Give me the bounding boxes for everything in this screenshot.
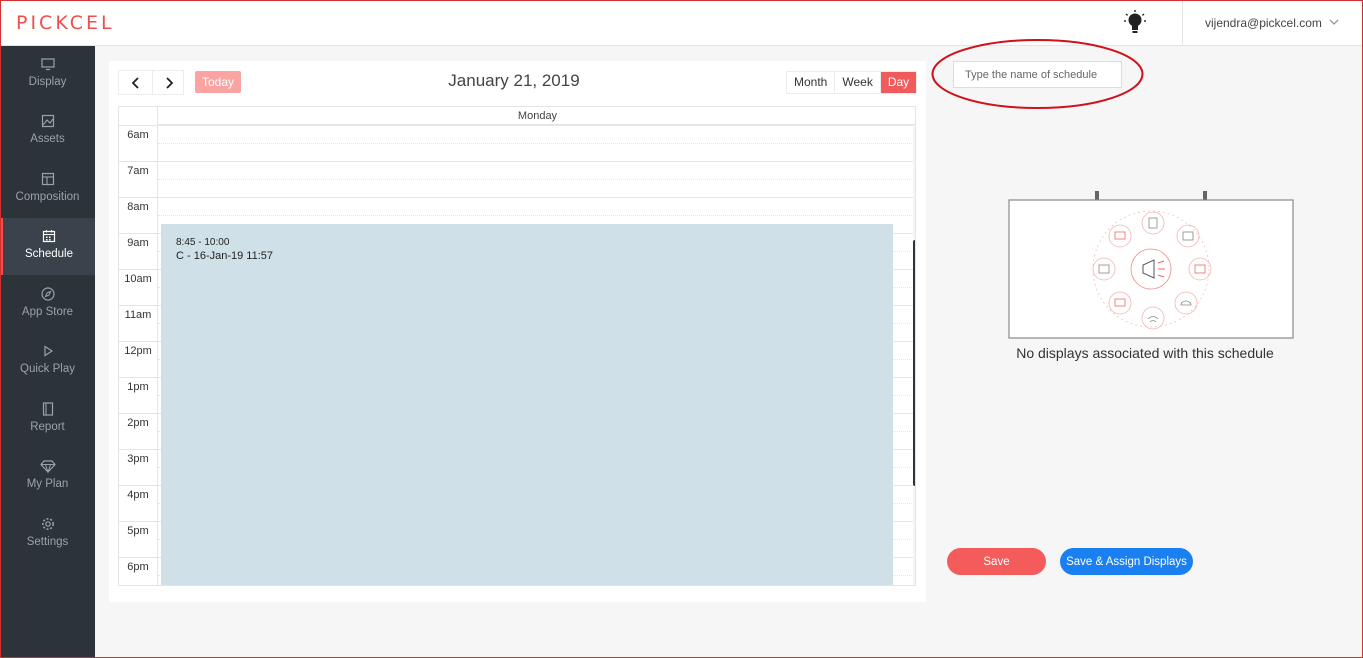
sidebar: Display Assets Composition Schedule App …: [0, 46, 95, 658]
calendar-icon: [42, 230, 56, 243]
sidebar-item-settings[interactable]: Settings: [0, 506, 95, 563]
sidebar-item-quick-play[interactable]: Quick Play: [0, 333, 95, 390]
chevron-left-icon: [131, 77, 139, 89]
hour-line: [158, 161, 914, 162]
hour-label: 3pm: [119, 449, 157, 485]
highlight-ellipse: [931, 39, 1144, 109]
hour-label: 12pm: [119, 341, 157, 377]
next-button[interactable]: [152, 71, 185, 94]
schedule-event[interactable]: 8:45 - 10:00 C - 16-Jan-19 11:57: [161, 224, 893, 585]
hour-label: 7am: [119, 161, 157, 197]
sidebar-item-assets[interactable]: Assets: [0, 103, 95, 160]
time-axis: 6am 7am 8am 9am 10am 11am 12pm 1pm 2pm 3…: [119, 125, 157, 585]
image-icon: [41, 114, 54, 128]
hour-label: 6pm: [119, 557, 157, 585]
hour-label: 2pm: [119, 413, 157, 449]
calendar-panel: January 21, 2019 Today Month Week Day Mo…: [109, 61, 926, 602]
sidebar-item-composition[interactable]: Composition: [0, 161, 95, 218]
hour-label: 5pm: [119, 521, 157, 557]
save-button[interactable]: Save: [947, 548, 1046, 575]
gear-icon: [41, 518, 54, 530]
sidebar-item-report[interactable]: Report: [0, 391, 95, 448]
sidebar-item-app-store[interactable]: App Store: [0, 276, 95, 333]
sidebar-item-label: My Plan: [26, 478, 69, 490]
view-switcher: Month Week Day: [786, 71, 918, 94]
chevron-right-icon: [166, 77, 174, 89]
user-email[interactable]: vijendra@pickcel.com: [1205, 16, 1322, 30]
sidebar-item-schedule[interactable]: Schedule: [0, 218, 95, 275]
monitor-icon: [40, 58, 55, 71]
today-button[interactable]: Today: [195, 71, 241, 93]
hour-line: [158, 125, 914, 126]
view-month-button[interactable]: Month: [787, 72, 834, 93]
hour-line: [158, 197, 914, 198]
day-column-header: Monday: [157, 107, 915, 125]
play-icon: [43, 345, 53, 357]
hour-label: 1pm: [119, 377, 157, 413]
chevron-down-icon[interactable]: [1327, 15, 1341, 29]
header-divider: [1182, 0, 1183, 46]
bulb-icon[interactable]: [1124, 10, 1146, 36]
hour-label: 8am: [119, 197, 157, 233]
hour-label: 11am: [119, 305, 157, 341]
no-displays-illustration: [1008, 191, 1294, 339]
view-day-button[interactable]: Day: [879, 72, 917, 93]
pickcel-logo[interactable]: PICKCEL: [16, 12, 115, 34]
diamond-icon: [39, 460, 56, 474]
event-time: 8:45 - 10:00: [176, 237, 230, 248]
view-week-button[interactable]: Week: [834, 72, 879, 93]
top-header: PICKCEL vijendra@pickcel.com: [0, 0, 1363, 46]
event-name: C - 16-Jan-19 11:57: [176, 250, 274, 262]
sidebar-item-label: Settings: [26, 536, 69, 548]
no-displays-message: No displays associated with this schedul…: [1016, 345, 1274, 361]
sidebar-item-display[interactable]: Display: [0, 46, 95, 103]
save-assign-displays-button[interactable]: Save & Assign Displays: [1060, 548, 1193, 575]
hour-label: 10am: [119, 269, 157, 305]
report-icon: [42, 402, 53, 416]
sidebar-item-label: Schedule: [25, 248, 73, 260]
hour-label: 4pm: [119, 485, 157, 521]
compass-icon: [40, 287, 55, 301]
sidebar-item-label: Composition: [15, 191, 80, 203]
hour-label: 6am: [119, 125, 157, 161]
layout-icon: [41, 172, 54, 186]
calendar-nav: [118, 70, 184, 95]
hour-label: 9am: [119, 233, 157, 269]
half-hour-line: [158, 215, 914, 216]
sidebar-item-label: Quick Play: [20, 363, 75, 375]
sidebar-item-label: Assets: [30, 133, 65, 145]
grid-scrollbar-thumb[interactable]: [913, 240, 915, 486]
half-hour-line: [158, 143, 914, 144]
sidebar-item-label: Report: [30, 421, 65, 433]
sidebar-item-my-plan[interactable]: My Plan: [0, 448, 95, 505]
sidebar-item-label: App Store: [21, 306, 74, 318]
prev-button[interactable]: [119, 71, 152, 94]
half-hour-line: [158, 179, 914, 180]
day-grid: Monday 6am 7am 8am 9am 10am 11am 12pm 1p…: [118, 106, 916, 586]
sidebar-item-label: Display: [28, 76, 67, 88]
